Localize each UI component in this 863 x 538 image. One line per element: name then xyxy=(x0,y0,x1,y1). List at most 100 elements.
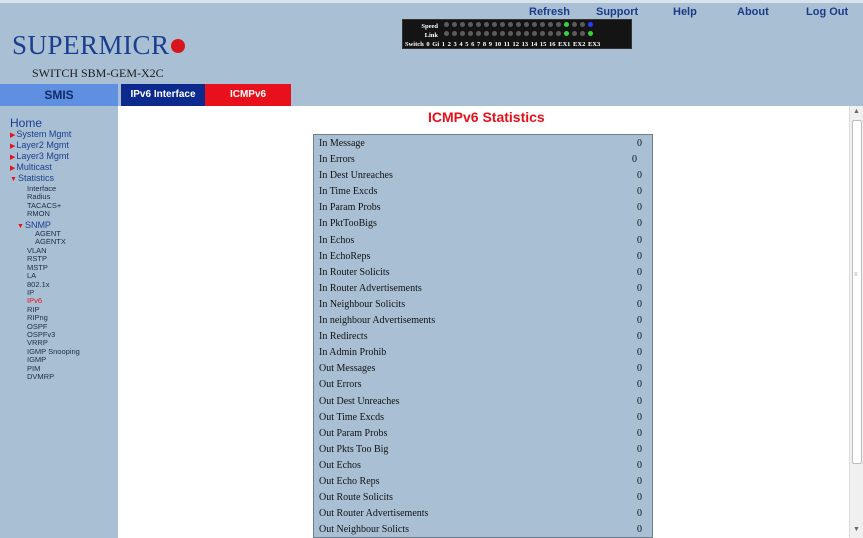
table-row: In Redirects 0 xyxy=(314,328,652,344)
stat-value: 0 xyxy=(637,315,642,327)
table-row: In Message 0 xyxy=(314,135,652,151)
port-led-icon xyxy=(571,31,577,36)
port-led-icon xyxy=(571,22,577,27)
stat-value: 0 xyxy=(637,427,642,439)
table-row: Out Echo Reps 0 xyxy=(314,473,652,489)
table-row: In neighbour Advertisements 0 xyxy=(314,312,652,328)
stat-value: 0 xyxy=(637,508,642,520)
page-title: ICMPv6 Statistics xyxy=(428,109,545,125)
stat-name: Out Messages xyxy=(319,363,376,375)
table-row: In Admin Prohib 0 xyxy=(314,344,652,360)
nav-system-mgmt-label: System Mgmt xyxy=(16,129,72,139)
speed-label: Speed xyxy=(421,23,438,30)
support-link[interactable]: Support xyxy=(596,6,638,18)
stat-value: 0 xyxy=(637,282,642,294)
nav-system-mgmt[interactable]: ▶System Mgmt xyxy=(10,129,71,139)
port-led-icon xyxy=(443,31,449,36)
port-led-icon xyxy=(475,31,481,36)
logo-text: SUPERMICR xyxy=(12,30,170,60)
stat-name: In Router Solicits xyxy=(319,266,390,278)
caret-down-icon: ▼ xyxy=(10,176,17,183)
stat-value: 0 xyxy=(637,524,642,536)
help-link[interactable]: Help xyxy=(673,6,697,18)
stat-name: Out Time Excds xyxy=(319,411,385,423)
stat-value: 0 xyxy=(637,186,642,198)
port-led-icon xyxy=(483,22,489,27)
tab-icmpv6[interactable]: ICMPv6 xyxy=(205,84,291,106)
nav-stats-dvmrp[interactable]: DVMRP xyxy=(27,372,54,381)
stat-value: 0 xyxy=(637,395,642,407)
caret-down-icon: ▼ xyxy=(17,223,24,230)
logout-link[interactable]: Log Out xyxy=(806,6,848,18)
port-led-icon xyxy=(515,22,521,27)
table-row: Out Route Solicits 0 xyxy=(314,489,652,505)
scroll-up-arrow-icon[interactable]: ▲ xyxy=(853,108,860,115)
port-led-icon xyxy=(491,31,497,36)
port-led-icon xyxy=(531,22,537,27)
stat-name: Out Router Advertisements xyxy=(319,508,429,520)
stat-value: 0 xyxy=(637,459,642,471)
switch-name: SWITCH SBM-GEM-X2C xyxy=(32,66,164,80)
stat-value: 0 xyxy=(637,298,642,310)
port-led-icon xyxy=(547,22,553,27)
port-led-icon xyxy=(539,31,545,36)
header: SUPERMICR SWITCH SBM-GEM-X2C Refresh Sup… xyxy=(0,0,863,84)
scroll-down-arrow-icon[interactable]: ▼ xyxy=(853,526,860,533)
port-led-icon xyxy=(459,22,465,27)
stat-name: In Echos xyxy=(319,234,355,246)
nav-home[interactable]: Home xyxy=(10,116,42,130)
icmpv6-stats-table: In Message 0 In Errors 0 In Dest Unreaches 0 I… xyxy=(313,134,653,538)
link-label: Link xyxy=(424,32,438,39)
nav-multicast[interactable]: ▶Multicast xyxy=(10,162,52,172)
stat-name: Out Route Solicits xyxy=(319,492,393,504)
stat-name: Out Echos xyxy=(319,459,361,471)
port-led-icon xyxy=(555,31,561,36)
scroll-thumb[interactable] xyxy=(852,120,862,464)
port-led-icon xyxy=(555,22,561,27)
table-row: Out Errors 0 xyxy=(314,376,652,392)
stat-value: 0 xyxy=(637,492,642,504)
stat-value: 0 xyxy=(637,363,642,375)
table-row: In Errors 0 xyxy=(314,151,652,167)
stat-name: In Dest Unreaches xyxy=(319,170,393,182)
stat-value: 0 xyxy=(637,266,642,278)
port-led-icon xyxy=(547,31,553,36)
table-row: In PktTooBigs 0 xyxy=(314,215,652,231)
tab-ipv6-interface[interactable]: IPv6 Interface xyxy=(121,84,205,106)
stat-name: In PktTooBigs xyxy=(319,218,377,230)
stat-name: In Time Excds xyxy=(319,186,378,198)
nav-multicast-label: Multicast xyxy=(16,162,52,172)
speed-row: Speed xyxy=(405,22,596,31)
refresh-link[interactable]: Refresh xyxy=(529,6,570,18)
stat-name: Out Errors xyxy=(319,379,362,391)
header-topline xyxy=(0,0,863,3)
nav-layer3-mgmt[interactable]: ▶Layer3 Mgmt xyxy=(10,151,69,161)
stat-name: Out Echo Reps xyxy=(319,475,380,487)
nav-layer2-mgmt[interactable]: ▶Layer2 Mgmt xyxy=(10,140,69,150)
stat-value: 0 xyxy=(637,234,642,246)
table-row: Out Neighbour Solicts 0 xyxy=(314,521,652,537)
stat-name: In neighbour Advertisements xyxy=(319,315,436,327)
port-numbers: Switch 0 Gi 1 2 3 4 5 6 7 8 9 10 11 12 1… xyxy=(405,41,601,48)
table-row: In Router Solicits 0 xyxy=(314,264,652,280)
nav-statistics-label: Statistics xyxy=(17,173,54,183)
port-led-icon xyxy=(515,31,521,36)
stat-name: In Errors xyxy=(319,154,355,166)
stat-name: In Param Probs xyxy=(319,202,381,214)
table-row: In Time Excds 0 xyxy=(314,183,652,199)
table-row: Out Time Excds 0 xyxy=(314,409,652,425)
table-row: In Dest Unreaches 0 xyxy=(314,167,652,183)
port-led-icon xyxy=(587,22,593,27)
smis-label: SMIS xyxy=(0,84,118,106)
caret-right-icon: ▶ xyxy=(10,143,16,150)
nav-layer2-mgmt-label: Layer2 Mgmt xyxy=(16,140,69,150)
stat-name: In EchoReps xyxy=(319,250,371,262)
vertical-scrollbar[interactable]: ▲ ≡ ▼ xyxy=(849,106,863,538)
nav-stats-rmon[interactable]: RMON xyxy=(27,209,50,218)
table-row: Out Echos 0 xyxy=(314,457,652,473)
about-link[interactable]: About xyxy=(737,6,769,18)
port-led-icon xyxy=(499,31,505,36)
port-led-icon xyxy=(563,22,569,27)
table-row: Out Dest Unreaches 0 xyxy=(314,393,652,409)
nav-statistics[interactable]: ▼Statistics xyxy=(10,173,54,183)
